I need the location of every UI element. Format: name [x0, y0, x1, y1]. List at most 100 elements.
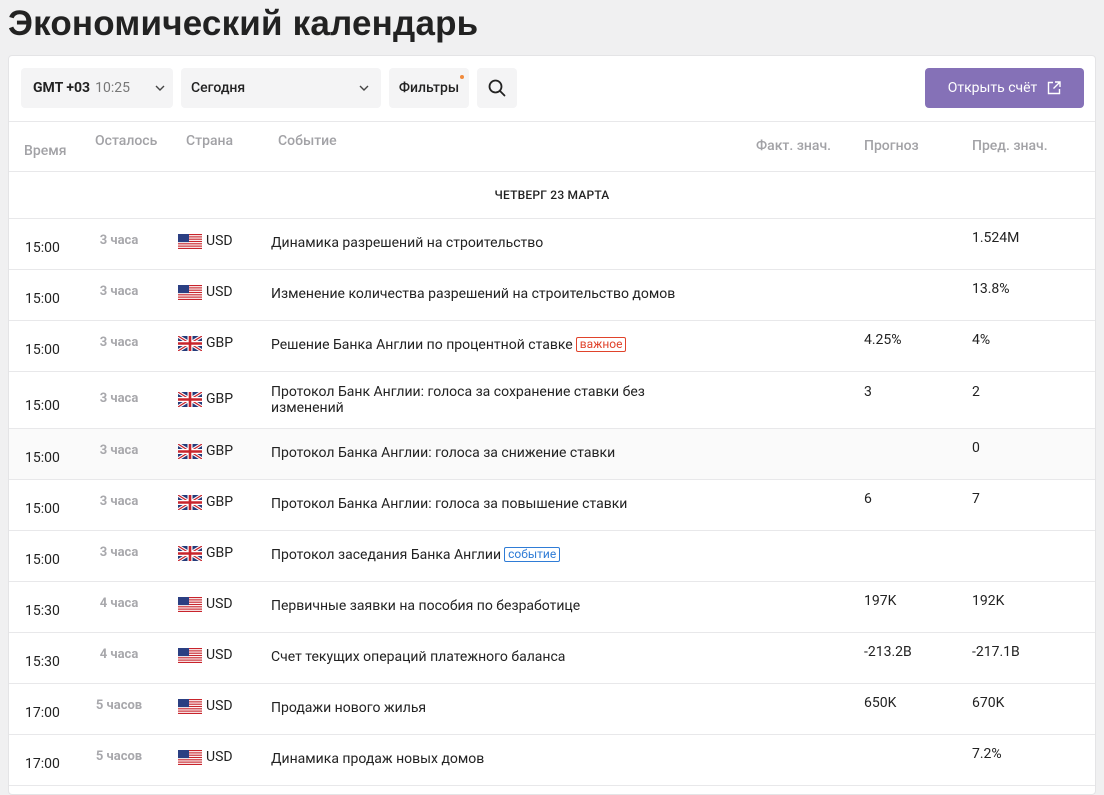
- country: GBP: [178, 494, 233, 510]
- us-flag-icon: [178, 749, 202, 765]
- currency-code: USD: [206, 647, 233, 663]
- table-row[interactable]: 15:00 3 часа USD Динамика разрешений на стр…: [9, 219, 1095, 270]
- time-left: 3 часа: [99, 494, 139, 509]
- event-title[interactable]: Счет текущих операций платежного баланса: [271, 649, 701, 665]
- header-left: Осталось: [95, 133, 158, 149]
- us-flag-icon: [178, 233, 202, 249]
- event-time: 15:30: [25, 603, 60, 619]
- table-row[interactable]: 15:00 3 часа USD Изменение количества разре…: [9, 270, 1095, 321]
- us-flag-icon: [178, 698, 202, 714]
- forecast-value: 3: [864, 384, 872, 400]
- previous-value: 2: [972, 384, 980, 400]
- country: GBP: [178, 443, 233, 459]
- table-row[interactable]: 15:00 3 часа GBP Протокол Банка Англии: гол…: [9, 480, 1095, 531]
- event-name: Протокол Банка Англии: голоса за снижени…: [271, 445, 616, 461]
- event-name: Первичные заявки на пособия по безработи…: [271, 598, 581, 614]
- country: USD: [178, 647, 233, 663]
- previous-value: 0: [972, 440, 980, 456]
- event-name: Протокол заседания Банка Англии: [271, 547, 502, 563]
- currency-code: GBP: [206, 545, 234, 561]
- timezone-time: 10:25: [95, 80, 130, 96]
- country: GBP: [178, 335, 233, 351]
- event-title[interactable]: Изменение количества разрешений на строи…: [271, 286, 701, 302]
- currency-code: USD: [206, 749, 233, 765]
- country: USD: [178, 233, 233, 249]
- time-left: 3 часа: [99, 545, 139, 560]
- header-time: Время: [24, 143, 67, 159]
- event-title[interactable]: Решение Банка Англии по процентной ставк…: [271, 337, 701, 353]
- event-time: 17:00: [25, 756, 60, 772]
- time-left: 3 часа: [99, 391, 139, 406]
- event-title[interactable]: Продажи нового жилья: [271, 700, 701, 716]
- previous-value: 1.524M: [972, 230, 1020, 246]
- event-name: Протокол Банка Англии: голоса за повышен…: [271, 496, 628, 512]
- currency-code: USD: [206, 284, 233, 300]
- event-time: 15:00: [25, 342, 60, 358]
- currency-code: GBP: [206, 391, 234, 407]
- event-time: 15:00: [25, 240, 60, 256]
- day-select[interactable]: Сегодня: [181, 68, 381, 108]
- event-name: Протокол Банк Англии: голоса за сохранен…: [271, 384, 645, 416]
- external-link-icon: [1048, 81, 1061, 95]
- currency-code: GBP: [206, 335, 234, 351]
- open-account-button[interactable]: Открыть счёт: [925, 68, 1084, 108]
- table-row[interactable]: 15:30 4 часа USD Счет текущих операций плат…: [9, 633, 1095, 684]
- us-flag-icon: [178, 647, 202, 663]
- table-row[interactable]: 15:00 3 часа GBP Решение Банка Англии по пр…: [9, 321, 1095, 372]
- time-left: 5 часов: [95, 749, 143, 764]
- uk-flag-icon: [178, 545, 202, 561]
- currency-code: GBP: [206, 494, 234, 510]
- us-flag-icon: [178, 284, 202, 300]
- header-country: Страна: [186, 133, 234, 149]
- filters-button[interactable]: Фильтры: [389, 68, 469, 108]
- time-left: 3 часа: [99, 284, 139, 299]
- event-time: 15:00: [25, 450, 60, 466]
- event-title[interactable]: Первичные заявки на пособия по безработи…: [271, 598, 701, 614]
- time-left: 5 часов: [95, 698, 143, 713]
- events-table: Время Осталось Страна Событие Факт. знач…: [9, 121, 1095, 786]
- currency-code: USD: [206, 596, 233, 612]
- table-body: 15:00 3 часа USD Динамика разрешений на стр…: [9, 219, 1095, 786]
- open-account-label: Открыть счёт: [947, 80, 1038, 96]
- table-row[interactable]: 15:00 3 часа GBP Протокол Банка Англии: гол…: [9, 429, 1095, 480]
- previous-value: 13.8%: [972, 281, 1010, 297]
- country: USD: [178, 749, 233, 765]
- table-row[interactable]: 17:00 5 часов USD Продажи нового жилья 650K 6…: [9, 684, 1095, 735]
- event-time: 15:00: [25, 501, 60, 517]
- previous-value: -217.1B: [972, 644, 1020, 660]
- day-separator: ЧЕТВЕРГ 23 МАРТА: [9, 172, 1095, 219]
- event-title[interactable]: Протокол Банка Англии: голоса за снижени…: [271, 445, 701, 461]
- uk-flag-icon: [178, 335, 202, 351]
- previous-value: 7: [972, 491, 980, 507]
- event-title[interactable]: Динамика продаж новых домов: [271, 751, 701, 767]
- header-actual: Факт. знач.: [756, 138, 832, 154]
- uk-flag-icon: [178, 494, 202, 510]
- table-row[interactable]: 17:00 5 часов USD Динамика продаж новых дом…: [9, 735, 1095, 786]
- event-name: Счет текущих операций платежного баланса: [271, 649, 566, 665]
- table-row[interactable]: 15:00 3 часа GBP Протокол заседания Банка А…: [9, 531, 1095, 582]
- event-time: 17:00: [25, 705, 60, 721]
- event-time: 15:30: [25, 654, 60, 670]
- search-button[interactable]: [477, 68, 517, 108]
- timezone-label: GMT +03: [33, 80, 91, 96]
- forecast-value: 6: [864, 491, 872, 507]
- country: USD: [178, 596, 233, 612]
- currency-code: USD: [206, 233, 233, 249]
- event-title[interactable]: Динамика разрешений на строительство: [271, 235, 701, 251]
- country: GBP: [178, 545, 233, 561]
- timezone-select[interactable]: GMT +03 10:25: [21, 68, 173, 108]
- event-title[interactable]: Протокол заседания Банка Англии событие: [271, 547, 701, 563]
- event-name: Динамика разрешений на строительство: [271, 235, 544, 251]
- event-title[interactable]: Протокол Банка Англии: голоса за повышен…: [271, 496, 701, 512]
- table-row[interactable]: 15:00 3 часа GBP Протокол Банк Англии: голо…: [9, 372, 1095, 429]
- country: GBP: [178, 391, 233, 407]
- event-time: 15:00: [25, 398, 60, 414]
- uk-flag-icon: [178, 391, 202, 407]
- event-title[interactable]: Протокол Банк Англии: голоса за сохранен…: [271, 384, 701, 416]
- event-time: 15:00: [25, 291, 60, 307]
- previous-value: 192K: [972, 593, 1005, 609]
- forecast-value: 197K: [864, 593, 897, 609]
- filters-indicator-dot: [460, 75, 464, 79]
- previous-value: 7.2%: [972, 746, 1002, 762]
- table-row[interactable]: 15:30 4 часа USD Первичные заявки на пособи…: [9, 582, 1095, 633]
